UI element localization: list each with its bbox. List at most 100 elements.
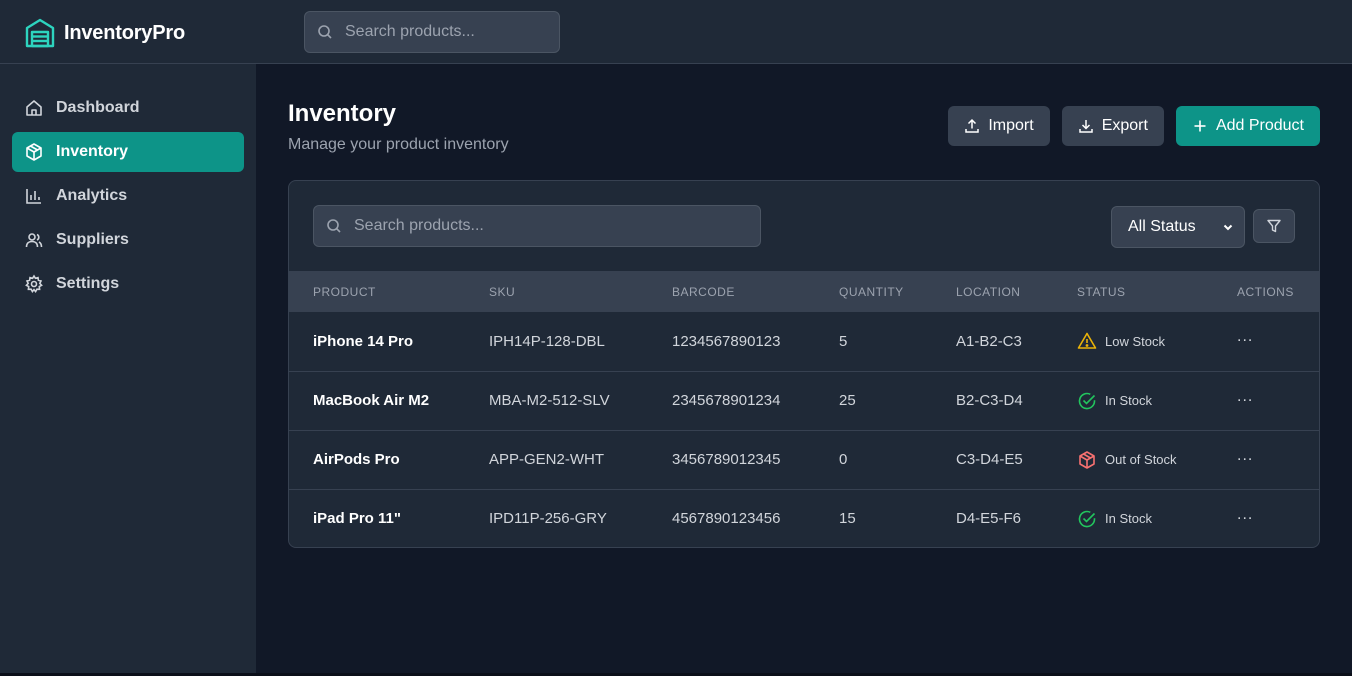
home-icon	[26, 100, 42, 116]
page-actions: Import Export Add Product	[948, 106, 1320, 146]
status-text: In Stock	[1105, 393, 1152, 408]
package-icon	[1079, 450, 1095, 469]
quantity-cell: 25	[839, 392, 856, 409]
quantity-cell: 5	[839, 332, 848, 350]
sku-cell: APP-GEN2-WHT	[489, 451, 605, 468]
check-circle-icon	[1078, 510, 1096, 528]
table-row[interactable]: iPad Pro 11" IPD11P-256-GRY 456789012345…	[289, 489, 1319, 547]
table-search[interactable]	[313, 205, 761, 247]
sku-cell: MBA-M2-512-SLV	[489, 392, 610, 409]
page-title: Inventory	[288, 100, 397, 127]
sidebar: Dashboard Inventory Analytics Suppliers …	[0, 64, 256, 673]
bar-chart-icon	[26, 189, 41, 204]
filter-button[interactable]	[1253, 209, 1295, 243]
sku-cell: IPH14P-128-DBL	[489, 332, 605, 350]
actions-cell: ...	[1237, 371, 1319, 430]
location-cell: C3-D4-E5	[956, 451, 1023, 468]
barcode-cell: 2345678901234	[672, 392, 781, 409]
search-icon	[318, 25, 332, 39]
sidebar-item-analytics[interactable]: Analytics	[12, 176, 244, 216]
column-header-sku[interactable]: SKU	[489, 271, 672, 312]
import-label: Import	[988, 117, 1034, 134]
status-cell: In Stock	[1077, 371, 1237, 430]
global-search[interactable]	[304, 11, 560, 53]
barcode-cell: 4567890123456	[672, 510, 781, 528]
sidebar-item-label: Suppliers	[56, 231, 129, 248]
status-cell: Low Stock	[1077, 312, 1237, 371]
box-icon	[26, 143, 42, 161]
top-bar: InventoryPro	[0, 0, 1352, 64]
page-subtitle: Manage your product inventory	[288, 136, 509, 153]
status-badge: Out of Stock	[1077, 450, 1237, 470]
quantity-cell: 15	[839, 510, 856, 528]
add-product-label: Add Product	[1215, 117, 1304, 134]
status-filter-value: All Status	[1128, 218, 1196, 235]
export-label: Export	[1101, 117, 1148, 134]
status-filter-select[interactable]: All Status	[1111, 206, 1245, 248]
quantity-cell: 0	[839, 451, 848, 468]
inventory-card: All Status PRODUCT SKU BARCODE QUANTITY …	[288, 180, 1320, 548]
global-search-input[interactable]	[345, 23, 525, 41]
status-badge: In Stock	[1077, 509, 1237, 529]
gear-icon	[25, 274, 43, 294]
column-header-location[interactable]: LOCATION	[956, 271, 1077, 312]
barcode-cell: 3456789012345	[672, 451, 781, 468]
sidebar-item-label: Dashboard	[56, 99, 140, 116]
warehouse-icon	[25, 18, 55, 48]
column-header-status[interactable]: STATUS	[1077, 271, 1237, 312]
actions-cell: ...	[1237, 489, 1319, 547]
sidebar-item-label: Settings	[56, 275, 120, 292]
row-actions-menu-icon[interactable]: ...	[1237, 388, 1253, 406]
table-header-row: PRODUCT SKU BARCODE QUANTITY LOCATION ST…	[289, 271, 1319, 312]
sidebar-item-dashboard[interactable]: Dashboard	[12, 88, 244, 128]
sku-cell: IPD11P-256-GRY	[489, 510, 607, 528]
status-text: Out of Stock	[1105, 452, 1177, 467]
barcode-cell: 1234567890123	[672, 332, 781, 350]
location-cell: D4-E5-F6	[956, 510, 1022, 528]
status-cell: In Stock	[1077, 489, 1237, 547]
column-header-quantity[interactable]: QUANTITY	[839, 271, 956, 312]
product-name: MacBook Air M2	[313, 392, 430, 409]
row-actions-menu-icon[interactable]: ...	[1237, 328, 1253, 346]
users-icon	[25, 233, 43, 248]
row-actions-menu-icon[interactable]: ...	[1237, 506, 1253, 524]
download-icon	[1078, 120, 1093, 133]
actions-cell: ...	[1237, 312, 1319, 371]
table-row[interactable]: iPhone 14 Pro IPH14P-128-DBL 12345678901…	[289, 312, 1319, 371]
upload-icon	[965, 118, 980, 133]
status-badge: In Stock	[1077, 391, 1237, 411]
status-badge: Low Stock	[1077, 331, 1237, 351]
sidebar-item-suppliers[interactable]: Suppliers	[12, 220, 244, 260]
plus-icon	[1194, 120, 1206, 132]
table-row[interactable]: AirPods Pro APP-GEN2-WHT 3456789012345 0…	[289, 430, 1319, 489]
location-cell: B2-C3-D4	[956, 392, 1023, 409]
filter-icon	[1267, 219, 1281, 233]
location-cell: A1-B2-C3	[956, 332, 1022, 350]
actions-cell: ...	[1237, 430, 1319, 489]
product-name: iPhone 14 Pro	[313, 332, 414, 350]
chevron-down-icon	[1223, 224, 1233, 231]
check-circle-icon	[1078, 392, 1096, 409]
export-button[interactable]: Export	[1061, 106, 1164, 146]
table-search-input[interactable]	[354, 217, 534, 235]
table-row[interactable]: MacBook Air M2 MBA-M2-512-SLV 2345678901…	[289, 371, 1319, 430]
status-text: Low Stock	[1105, 333, 1165, 349]
sidebar-item-inventory[interactable]: Inventory	[12, 132, 244, 172]
sidebar-item-settings[interactable]: Settings	[12, 264, 244, 304]
add-product-button[interactable]: Add Product	[1175, 106, 1320, 146]
import-button[interactable]: Import	[948, 106, 1050, 146]
inventory-table: PRODUCT SKU BARCODE QUANTITY LOCATION ST…	[289, 271, 1319, 547]
status-cell: Out of Stock	[1077, 430, 1237, 489]
product-name: iPad Pro 11"	[313, 510, 401, 528]
row-actions-menu-icon[interactable]: ...	[1237, 447, 1253, 465]
sidebar-item-label: Inventory	[56, 143, 129, 160]
status-text: In Stock	[1105, 511, 1152, 527]
app-name: InventoryPro	[64, 21, 185, 44]
app-logo[interactable]: InventoryPro	[24, 17, 185, 49]
product-name: AirPods Pro	[313, 451, 400, 468]
search-icon	[327, 219, 341, 233]
sidebar-item-label: Analytics	[56, 187, 128, 204]
column-header-product[interactable]: PRODUCT	[289, 271, 489, 312]
column-header-barcode[interactable]: BARCODE	[672, 271, 839, 312]
column-header-actions: ACTIONS	[1237, 284, 1294, 299]
